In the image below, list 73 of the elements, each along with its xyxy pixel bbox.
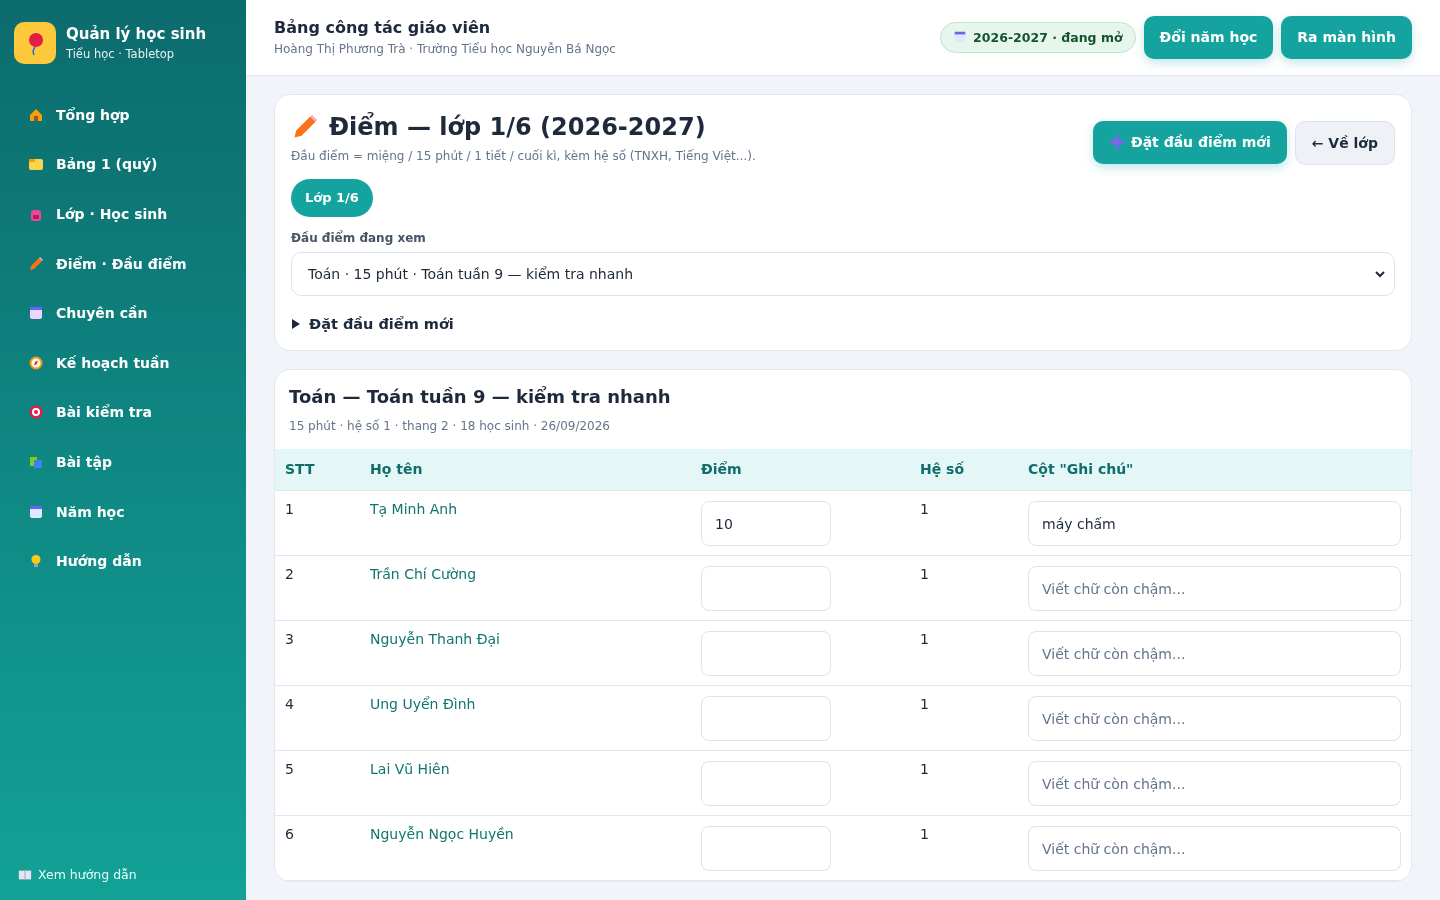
grade-select[interactable]: Toán · 15 phút · Toán tuần 9 — kiểm tra nhanh xyxy=(291,251,1395,296)
note-field[interactable]: máy chấm xyxy=(1028,501,1401,546)
calendar-icon xyxy=(953,30,968,45)
table-cell: 1 xyxy=(910,490,1018,556)
app-title: Quản lý học sinh xyxy=(66,25,207,43)
nav-item[interactable]: Bảng 1 (quý) xyxy=(14,141,232,188)
table-cell: 1 xyxy=(275,490,360,556)
note-field[interactable]: Viết chữ còn chậm... xyxy=(1028,696,1401,741)
student-name: Nguyễn Ngọc Huyền xyxy=(360,815,691,881)
header-button[interactable]: Đổi năm học xyxy=(1143,15,1274,59)
year-badge: 2026-2027 · đang mở xyxy=(940,21,1136,53)
table-cell: 5 xyxy=(275,750,360,816)
page-subtitle: Hoàng Thị Phương Trà · Trường Tiểu học Nguyễn Bá Ngọc xyxy=(274,42,616,57)
nav-item[interactable]: Kế hoạch tuần xyxy=(14,339,232,386)
table-cell: 3 xyxy=(275,620,360,686)
folder-icon xyxy=(28,156,44,173)
nav-item[interactable]: Hướng dẫn xyxy=(14,538,232,584)
score-field[interactable] xyxy=(701,696,831,741)
table-cell: 1 xyxy=(910,815,1018,881)
note-field[interactable]: Viết chữ còn chậm... xyxy=(1028,566,1401,611)
table-cell: 2 xyxy=(275,555,360,621)
pencil-icon xyxy=(28,255,44,272)
column-header: Hệ số xyxy=(910,448,1018,491)
calendar-icon xyxy=(28,503,44,520)
class-chip[interactable]: Lớp 1/6 xyxy=(291,178,373,217)
column-header: STT xyxy=(275,448,360,491)
score-field[interactable] xyxy=(701,631,831,676)
app-logo xyxy=(14,22,56,64)
calendar-icon xyxy=(28,305,44,322)
new-grade-button[interactable]: Đặt đầu điểm mới xyxy=(1092,120,1287,164)
note-field[interactable]: Viết chữ còn chậm... xyxy=(1028,761,1401,806)
back-button[interactable]: ← Về lớp xyxy=(1294,120,1395,165)
header-button[interactable]: Ra màn hình xyxy=(1281,15,1412,59)
table-cell: 1 xyxy=(910,555,1018,621)
nav-item[interactable]: Tổng hợp xyxy=(14,92,232,138)
score-field[interactable] xyxy=(701,566,831,611)
app-subtitle: Tiểu học · Tabletop xyxy=(66,47,176,61)
table-cell: 1 xyxy=(910,685,1018,751)
table-title: Toán — Toán tuần 9 — kiểm tra nhanh xyxy=(289,385,672,407)
compass-icon xyxy=(28,354,44,371)
column-header: Điểm xyxy=(691,448,910,491)
student-name: Nguyễn Thanh Đại xyxy=(360,620,691,686)
house-icon xyxy=(28,106,44,123)
table-cell: 1 xyxy=(910,620,1018,686)
score-field[interactable]: 10 xyxy=(701,501,831,546)
page-title: Bảng công tác giáo viên xyxy=(274,18,492,38)
nav-item[interactable]: Bài kiểm tra xyxy=(14,389,232,436)
student-name: Trần Chí Cường xyxy=(360,555,691,621)
guide-link[interactable]: Xem hướng dẫn xyxy=(14,867,232,882)
table-cell: 4 xyxy=(275,685,360,751)
target-icon xyxy=(28,404,44,421)
table-cell: 1 xyxy=(910,750,1018,816)
nav-item[interactable]: Bài tập xyxy=(14,439,232,485)
student-name: Tạ Minh Anh xyxy=(360,490,691,556)
nav-item[interactable]: Điểm · Đầu điểm xyxy=(14,240,232,287)
score-field[interactable] xyxy=(701,761,831,806)
nav-item[interactable]: Lớp · Học sinh xyxy=(14,191,232,237)
column-header: Họ tên xyxy=(360,448,691,491)
disclosure-toggle[interactable]: Đặt đầu điểm mới xyxy=(291,315,454,332)
card-description: Đầu điểm = miệng / 15 phút / 1 tiết / cuối kì, kèm hệ số (TNXH, Tiếng Việt...). xyxy=(291,148,756,163)
nav-item[interactable]: Năm học xyxy=(14,488,232,535)
select-label: Đầu điểm đang xem xyxy=(291,230,427,245)
note-field[interactable]: Viết chữ còn chậm... xyxy=(1028,631,1401,676)
score-field[interactable] xyxy=(701,826,831,871)
student-name: Lai Vũ Hiên xyxy=(360,750,691,816)
plus-icon xyxy=(1108,134,1125,150)
nav-item[interactable]: Chuyên cần xyxy=(14,290,232,336)
student-name: Ung Uyển Đình xyxy=(360,685,691,751)
note-field[interactable]: Viết chữ còn chậm... xyxy=(1028,826,1401,871)
column-header: Cột "Ghi chú" xyxy=(1018,448,1411,491)
table-meta: 15 phút · hệ số 1 · thang 2 · 18 học sinh · 26/09/2026 xyxy=(289,418,611,433)
table-cell: 6 xyxy=(275,815,360,881)
card-title: Điểm — lớp 1/6 (2026-2027) xyxy=(329,112,706,141)
